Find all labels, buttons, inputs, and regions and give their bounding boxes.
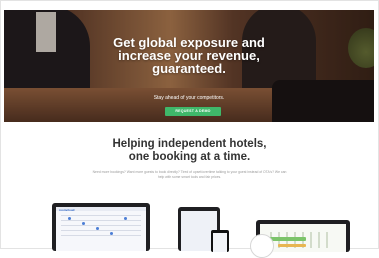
hero-headline: Get global exposure and increase your re… bbox=[113, 35, 265, 76]
section-title: Helping independent hotels, one booking … bbox=[112, 138, 267, 163]
section-blurb: Need more bookings? Want more guests to … bbox=[92, 170, 287, 180]
hero-tagline: Stay ahead of your competitors. bbox=[153, 95, 225, 101]
request-demo-button[interactable]: REQUEST A DEMO bbox=[165, 107, 221, 116]
hero-banner: Get global exposure and increase your re… bbox=[4, 10, 374, 122]
zoom-magnifier-image bbox=[250, 234, 274, 258]
monitor-device-image bbox=[250, 220, 350, 258]
laptop-app-logo: roomcloud bbox=[59, 207, 75, 212]
laptop-device-image: roomcloud bbox=[52, 203, 150, 251]
